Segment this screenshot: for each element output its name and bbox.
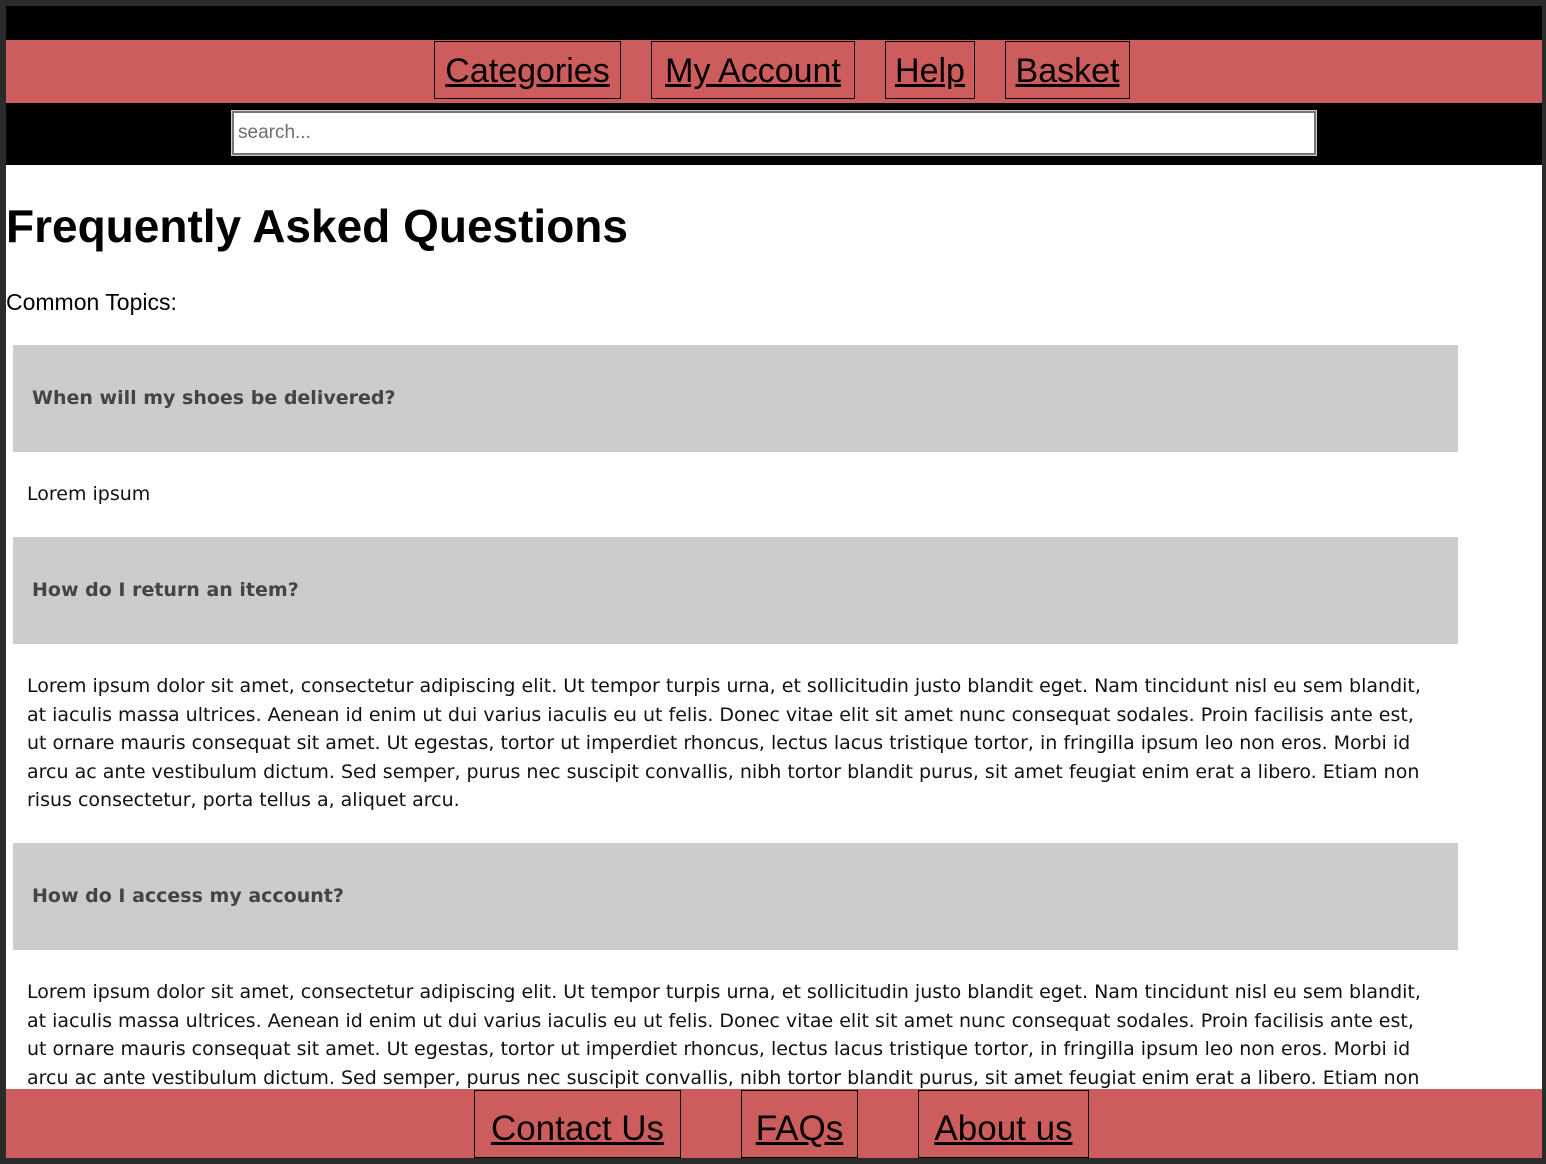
- common-topics-label: Common Topics:: [6, 289, 177, 315]
- nav-link-categories[interactable]: Categories: [434, 41, 621, 99]
- faq-question-account[interactable]: How do I access my account?: [13, 843, 1458, 950]
- faq-answer-returns: Lorem ipsum dolor sit amet, consectetur …: [27, 675, 1421, 811]
- faq-answer-delivery: Lorem ipsum: [27, 483, 151, 505]
- footer-nav: Contact Us FAQs About us: [6, 1089, 1542, 1158]
- footer-link-about-us[interactable]: About us: [918, 1090, 1089, 1158]
- footer-link-contact-us[interactable]: Contact Us: [474, 1090, 681, 1158]
- page-title: Frequently Asked Questions: [6, 200, 628, 252]
- faq-question-returns[interactable]: How do I return an item?: [13, 537, 1458, 644]
- nav-link-help[interactable]: Help: [885, 41, 975, 99]
- browser-viewport: Categories My Account Help Basket Freque…: [6, 6, 1542, 1158]
- top-strip: [6, 6, 1542, 40]
- nav-link-basket[interactable]: Basket: [1005, 41, 1130, 99]
- search-bar: [6, 103, 1542, 165]
- main-nav: Categories My Account Help Basket: [6, 40, 1542, 103]
- footer-link-faqs[interactable]: FAQs: [741, 1090, 858, 1158]
- search-input[interactable]: [231, 110, 1317, 156]
- nav-link-my-account[interactable]: My Account: [651, 41, 855, 99]
- faq-question-delivery[interactable]: When will my shoes be delivered?: [13, 345, 1458, 452]
